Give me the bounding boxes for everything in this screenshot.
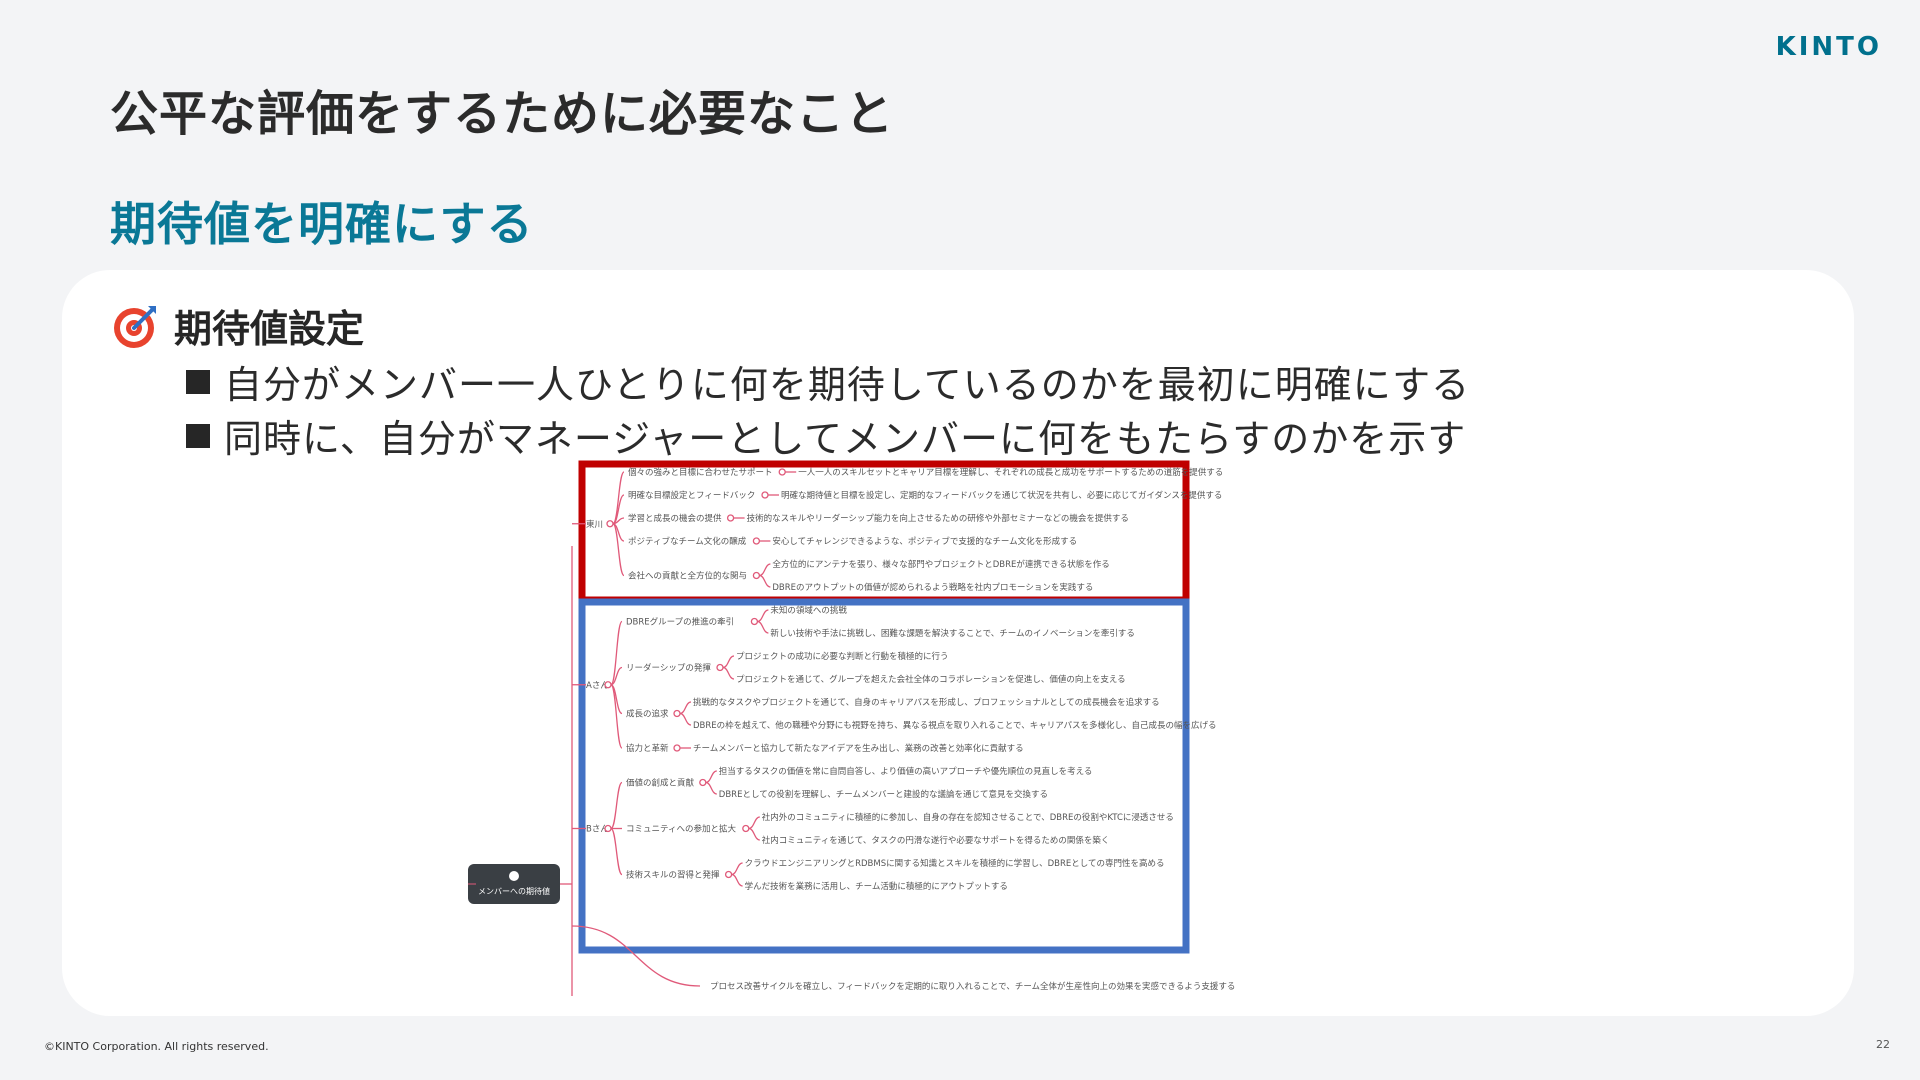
kinto-logo: KINTO xyxy=(1775,32,1882,62)
detail-text: 学んだ技術を業務に活用し、チーム活動に積極的にアウトプットする xyxy=(745,881,1008,892)
manager-label: 東川 xyxy=(586,519,603,530)
item-node xyxy=(778,468,786,476)
branch-connector xyxy=(610,684,623,749)
detail-connector xyxy=(757,620,769,634)
item-label: リーダーシップの発揮 xyxy=(626,663,711,674)
person-node xyxy=(604,681,612,689)
detail-text: 社内外のコミュニティに積極的に参加し、自身の存在を認知させることで、DBREの役… xyxy=(762,812,1174,823)
item-label: 会社への貢献と全方位的な関与 xyxy=(628,571,747,582)
bullet-item: 同時に、自分がマネージャーとしてメンバーに何をもたらすのかを示す xyxy=(186,408,1466,463)
bullet-item: 自分がメンバー一人ひとりに何を期待しているのかを最初に明確にする xyxy=(186,354,1470,409)
detail-connector xyxy=(731,873,743,887)
slide-subtitle: 期待値を明確にする xyxy=(110,197,534,251)
detail-text: DBREのアウトプットの価値が認められるよう戦略を社内プロモーションを実践する xyxy=(772,582,1093,593)
item-label: 協力と革新 xyxy=(626,743,669,754)
detail-text: DBREの枠を越えて、他の職種や分野にも視野を持ち、異なる視点を取り入れることで… xyxy=(693,720,1217,731)
item-node xyxy=(726,514,735,522)
mindmap-root-node: メンバーへの期待値 xyxy=(468,864,560,904)
section-heading: 期待値設定 xyxy=(112,298,364,353)
detail-text: DBREとしての役割を理解し、チームメンバーと建設的な議論を通じて意見を交換する xyxy=(719,789,1048,800)
item-node xyxy=(742,824,750,833)
detail-connector xyxy=(571,925,701,987)
item-label: ポジティブなチーム文化の醸成 xyxy=(628,536,747,547)
detail-text: 担当するタスクの価値を常に自問自答し、より価値の高いアプローチや優先順位の見直し… xyxy=(719,766,1093,777)
root-node-label: メンバーへの期待値 xyxy=(478,886,550,896)
item-label: 個々の強みと目標に合わせたサポート xyxy=(628,467,773,478)
item-node xyxy=(716,663,724,672)
detail-connector xyxy=(679,701,692,715)
item-node xyxy=(752,571,761,580)
detail-connector xyxy=(722,666,735,680)
item-node xyxy=(724,870,733,879)
detail-text: 未知の領域への挑戦 xyxy=(770,605,847,616)
detail-connector xyxy=(748,816,760,830)
detail-text: チームメンバーと協力して新たなアイデアを生み出し、業務の改善と効率化に貢献する xyxy=(693,743,1024,754)
detail-text: プロセス改善サイクルを確立し、フィードバックを定期的に取り入れることで、チーム全… xyxy=(710,981,1235,992)
square-bullet-icon xyxy=(186,369,210,394)
item-node xyxy=(752,537,761,545)
branch-connector xyxy=(612,471,625,525)
detail-connector xyxy=(705,770,717,784)
detail-text: 明確な期待値と目標を設定し、定期的なフィードバックを通じて状況を共有し、必要に応… xyxy=(781,490,1222,501)
item-label: 価値の創成と貢献 xyxy=(626,778,695,789)
item-label: 技術スキルの習得と発揮 xyxy=(626,870,720,881)
bullet-text: 同時に、自分がマネージャーとしてメンバーに何をもたらすのかを示す xyxy=(224,417,1467,461)
detail-text: クラウドエンジニアリングとRDBMSに関する知識とスキルを積極的に学習し、DBR… xyxy=(745,858,1165,869)
detail-text: プロジェクトを通じて、グループを超えた会社全体のコラボレーションを促進し、価値の… xyxy=(736,674,1126,685)
item-label: 明確な目標設定とフィードバック xyxy=(628,490,755,501)
detail-connector xyxy=(759,574,771,588)
detail-text: 社内コミュニティを通じて、タスクの円滑な遂行や必要なサポートを得るための関係を築… xyxy=(762,835,1110,846)
detail-connector xyxy=(722,655,735,669)
detail-text: 全方位的にアンテナを張り、様々な部門やプロジェクトとDBREが連携できる状態を作… xyxy=(772,559,1109,570)
item-label: 成長の追求 xyxy=(626,709,669,720)
branch-connector xyxy=(610,827,623,876)
detail-connector xyxy=(759,563,771,577)
item-node xyxy=(673,709,681,718)
page-number: 22 xyxy=(1876,1038,1890,1051)
detail-connector xyxy=(705,781,717,795)
detail-connector xyxy=(748,827,760,841)
item-node xyxy=(750,617,759,626)
bullet-text: 自分がメンバー一人ひとりに何を期待しているのかを最初に明確にする xyxy=(224,363,1471,407)
item-label: コミュニティへの参加と拡大 xyxy=(626,824,736,835)
detail-text: プロジェクトの成功に必要な判断と行動を積極的に行う xyxy=(736,651,949,662)
detail-text: 一人一人のスキルセットとキャリア目標を理解し、それぞれの成長と成功をサポートする… xyxy=(798,467,1223,478)
detail-text: 挑戦的なタスクやプロジェクトを通じて、自身のキャリアパスを形成し、プロフェッショ… xyxy=(693,697,1160,708)
root-node-icon xyxy=(509,871,519,881)
detail-connector xyxy=(731,862,743,876)
item-node xyxy=(673,744,681,752)
detail-connector xyxy=(679,712,692,726)
copyright-footer: ©KINTO Corporation. All rights reserved. xyxy=(44,1040,269,1053)
dart-target-icon xyxy=(114,305,156,348)
item-node xyxy=(761,491,769,499)
square-bullet-icon xyxy=(186,423,210,448)
section-heading-label: 期待値設定 xyxy=(174,307,365,351)
expectations-mindmap: メンバーへの期待値 東川 個々の強みと目標に合わせたサポート 一人一人のスキルセット… xyxy=(468,460,1235,996)
slide-title: 公平な評価をするために必要なこと xyxy=(110,86,895,142)
detail-connector xyxy=(757,609,769,623)
branch-connector xyxy=(610,781,623,830)
detail-text: 安心してチャレンジできるような、ポジティブで支援的なチーム文化を形成する xyxy=(772,536,1077,547)
person-node xyxy=(606,520,614,528)
person-node xyxy=(604,824,612,833)
item-label: 学習と成長の機会の提供 xyxy=(628,513,722,524)
item-node xyxy=(699,778,707,787)
detail-text: 技術的なスキルやリーダーシップ能力を向上させるための研修や外部セミナーなどの機会… xyxy=(747,513,1129,524)
item-label: DBREグループの推進の牽引 xyxy=(626,617,734,628)
detail-text: 新しい技術や手法に挑戦し、困難な課題を解決することで、チームのイノベーションを牽… xyxy=(770,628,1135,639)
